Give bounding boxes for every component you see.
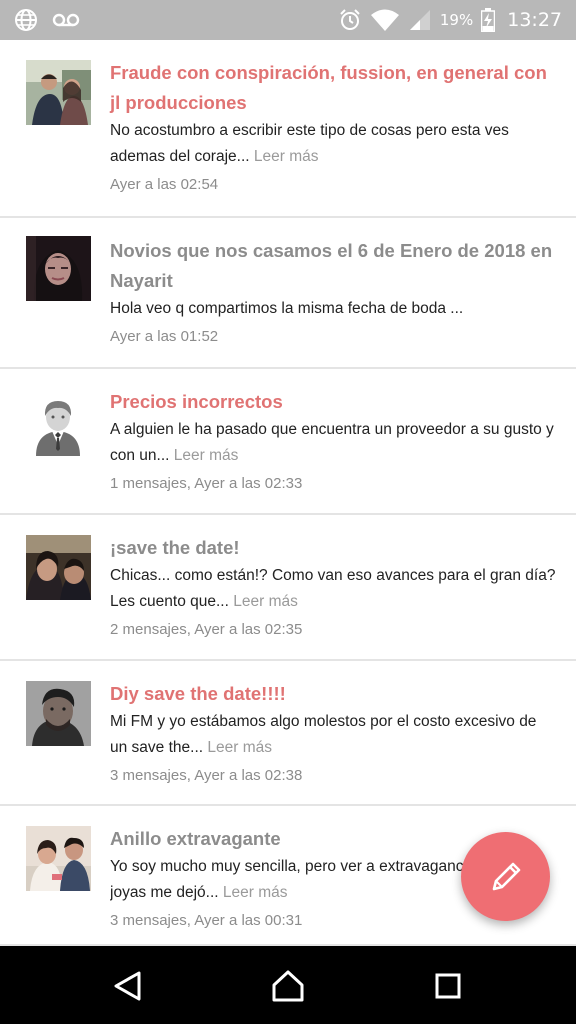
voicemail-icon (52, 12, 80, 28)
post-excerpt: No acostumbro a escribir este tipo de co… (110, 122, 509, 165)
avatar[interactable] (26, 60, 91, 125)
globe-icon (14, 8, 38, 32)
read-more-link[interactable]: Leer más (207, 739, 272, 756)
recents-icon[interactable] (428, 966, 468, 1006)
battery-percent: 19% (439, 11, 474, 29)
post-title[interactable]: Fraude con conspiración, fussion, en gen… (110, 58, 560, 118)
system-nav-bar (0, 946, 576, 1024)
wifi-icon (370, 8, 400, 32)
post-meta: Ayer a las 01:52 (110, 328, 219, 345)
back-icon[interactable] (108, 966, 148, 1006)
list-item[interactable]: Precios incorrectos A alguien le ha pasa… (0, 369, 576, 515)
post-title[interactable]: Diy save the date!!!! (110, 679, 560, 709)
post-title[interactable]: Precios incorrectos (110, 387, 560, 417)
home-icon[interactable] (268, 966, 308, 1006)
post-meta: Ayer a las 02:54 (110, 176, 219, 193)
signal-icon (408, 8, 432, 32)
post-meta: 3 mensajes, Ayer a las 02:38 (110, 767, 303, 784)
avatar[interactable] (26, 535, 91, 600)
avatar[interactable] (26, 391, 91, 456)
read-more-link[interactable]: Leer más (223, 884, 288, 901)
compose-button[interactable] (461, 832, 550, 921)
list-item[interactable]: Novios que nos casamos el 6 de Enero de … (0, 218, 576, 369)
read-more-link[interactable]: Leer más (174, 447, 239, 464)
post-excerpt: A alguien le ha pasado que encuentra un … (110, 421, 554, 464)
list-item[interactable]: Fraude con conspiración, fussion, en gen… (0, 40, 576, 218)
avatar[interactable] (26, 236, 91, 301)
post-meta: 2 mensajes, Ayer a las 02:35 (110, 621, 303, 638)
avatar[interactable] (26, 681, 91, 746)
post-excerpt: Chicas... como están!? Como van eso avan… (110, 567, 556, 610)
post-title[interactable]: Novios que nos casamos el 6 de Enero de … (110, 236, 560, 296)
clock: 13:27 (507, 9, 562, 31)
list-item[interactable]: ¡save the date! Chicas... como están!? C… (0, 515, 576, 661)
status-bar: 19% 13:27 (0, 0, 576, 40)
post-excerpt: Mi FM y yo estábamos algo molestos por e… (110, 713, 537, 756)
avatar[interactable] (26, 826, 91, 891)
post-feed[interactable]: Fraude con conspiración, fussion, en gen… (0, 40, 576, 946)
post-excerpt: Hola veo q compartimos la misma fecha de… (110, 300, 464, 317)
battery-charging-icon (481, 8, 496, 32)
pencil-icon (486, 857, 526, 897)
alarm-icon (338, 8, 362, 32)
post-meta: 1 mensajes, Ayer a las 02:33 (110, 475, 303, 492)
read-more-link[interactable]: Leer más (233, 593, 298, 610)
post-title[interactable]: ¡save the date! (110, 533, 560, 563)
read-more-link[interactable]: Leer más (254, 148, 319, 165)
list-item[interactable]: Diy save the date!!!! Mi FM y yo estábam… (0, 661, 576, 806)
